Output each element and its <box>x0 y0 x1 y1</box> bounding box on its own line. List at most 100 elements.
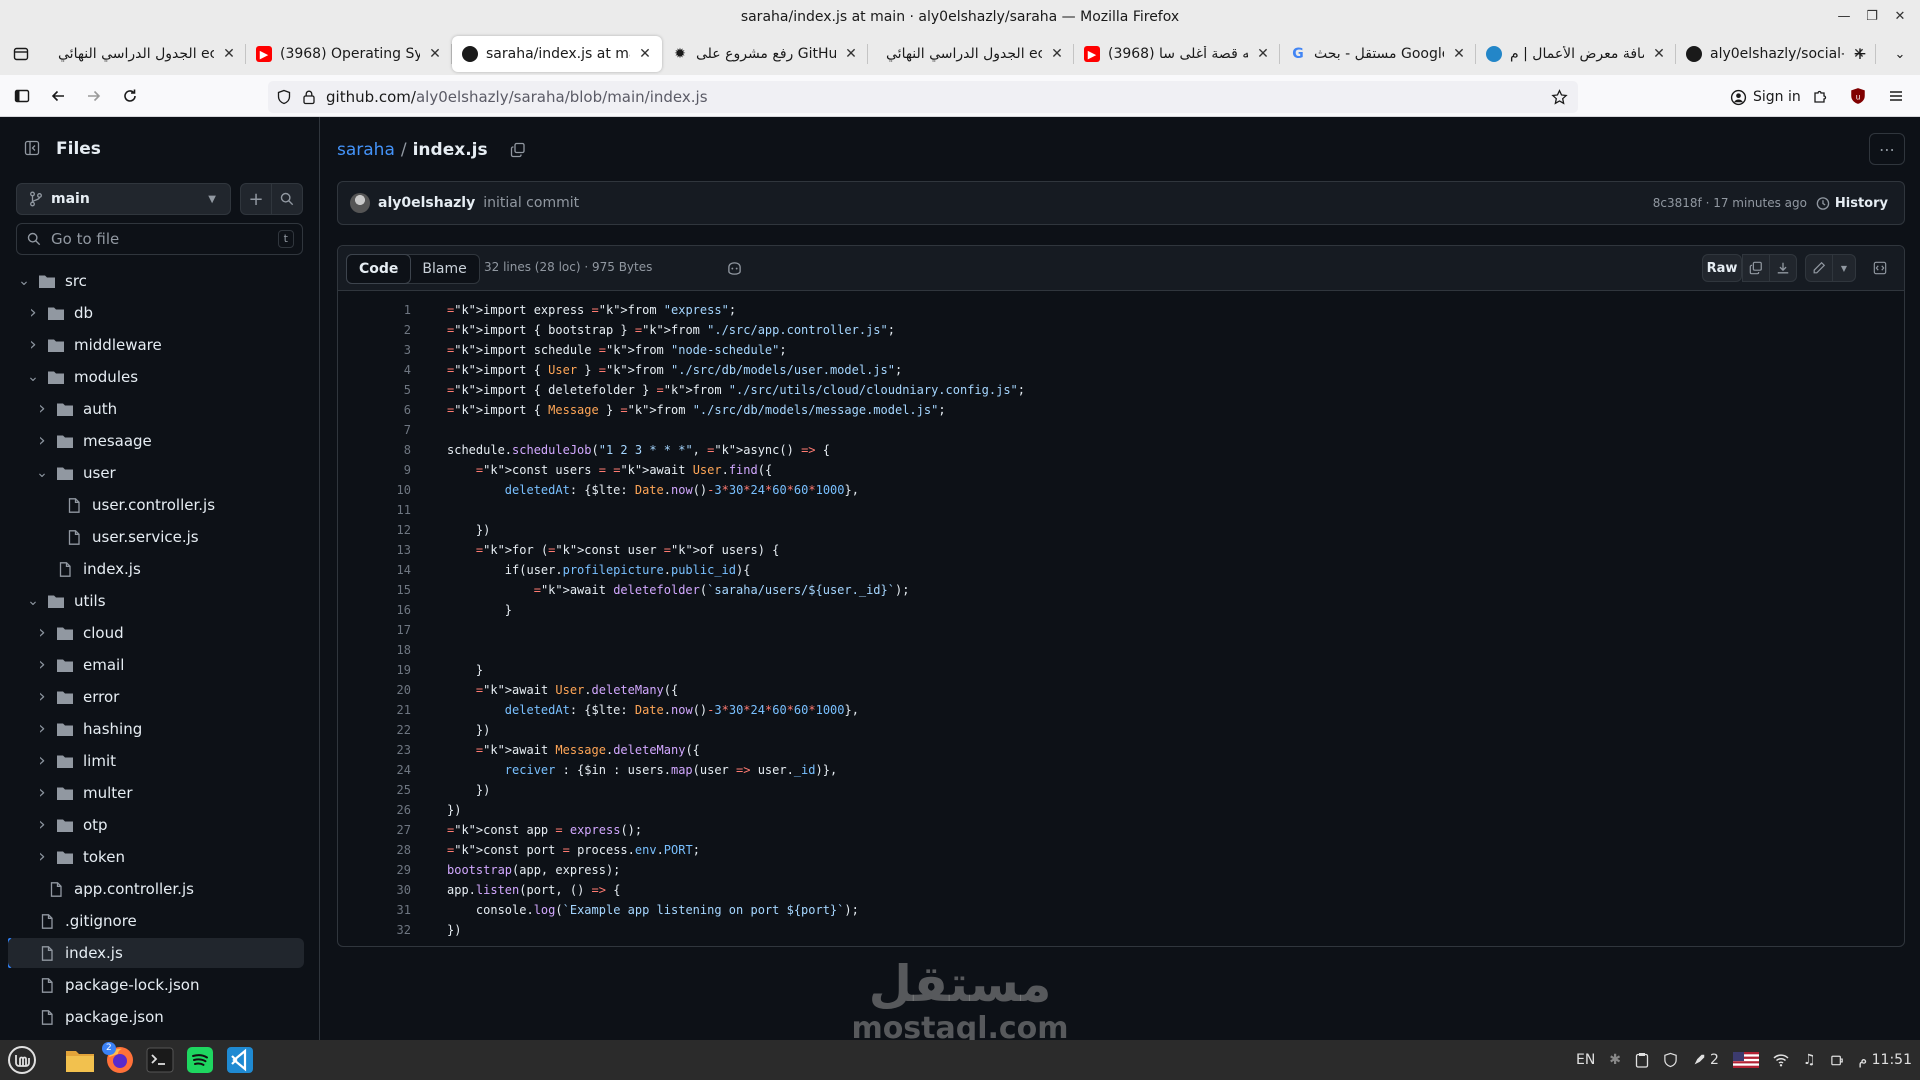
chevron-right-icon[interactable]: › <box>34 656 50 674</box>
music-note-icon[interactable]: ♫ <box>1803 1052 1816 1068</box>
reload-button[interactable] <box>112 80 148 112</box>
close-tab-icon[interactable]: ✕ <box>1652 46 1666 62</box>
browser-tab[interactable]: إضافة معرض الأعمال | م ✕ <box>1476 36 1676 72</box>
tree-file[interactable]: user.service.js <box>8 522 304 552</box>
close-tab-icon[interactable]: ✕ <box>1050 46 1064 62</box>
chevron-down-icon[interactable]: ⌄ <box>25 594 41 608</box>
taskbar-spotify-app[interactable] <box>180 1040 220 1080</box>
power-icon[interactable] <box>1830 1052 1845 1068</box>
tree-folder[interactable]: › email <box>8 650 304 680</box>
line-number[interactable]: 18 <box>338 643 411 657</box>
copy-path-icon[interactable] <box>510 142 526 158</box>
line-number[interactable]: 24 <box>338 763 411 777</box>
browser-tab[interactable]: ▶ (3968) ابه قصة أغلى سا ✕ <box>1074 36 1280 72</box>
close-window-button[interactable]: ✕ <box>1886 0 1914 33</box>
us-flag-icon[interactable] <box>1732 1052 1759 1068</box>
line-number[interactable]: 5 <box>338 383 411 397</box>
chevron-right-icon[interactable]: › <box>34 432 50 450</box>
tree-folder[interactable]: › hashing <box>8 714 304 744</box>
line-number[interactable]: 15 <box>338 583 411 597</box>
tree-folder[interactable]: › cloud <box>8 618 304 648</box>
line-number[interactable]: 9 <box>338 463 411 477</box>
clock[interactable]: 11:51 م <box>1859 1052 1912 1068</box>
edit-options-dropdown[interactable]: ▼ <box>1832 254 1856 282</box>
keyboard-layout-indicator[interactable]: EN <box>1576 1052 1595 1068</box>
chevron-right-icon[interactable]: › <box>34 816 50 834</box>
copy-raw-button[interactable] <box>1742 254 1770 282</box>
chevron-right-icon[interactable]: › <box>25 336 41 354</box>
ublock-extension-button[interactable]: u <box>1840 80 1876 112</box>
browser-tab[interactable]: ✹ رفع مشروع على GitHub ✕ <box>662 36 868 72</box>
tree-file[interactable]: .gitignore <box>8 906 304 936</box>
browser-tab[interactable]: G مستقل - بحث Google ✕ <box>1280 36 1476 72</box>
tree-folder[interactable]: ⌄ src <box>8 266 304 296</box>
bookmark-star-icon[interactable] <box>1551 88 1568 106</box>
tree-folder[interactable]: ⌄ utils <box>8 586 304 616</box>
tree-folder[interactable]: › auth <box>8 394 304 424</box>
line-number[interactable]: 11 <box>338 503 411 517</box>
line-number[interactable]: 26 <box>338 803 411 817</box>
line-number[interactable]: 12 <box>338 523 411 537</box>
lock-icon[interactable] <box>302 89 316 105</box>
line-number[interactable]: 31 <box>338 903 411 917</box>
line-number[interactable]: 14 <box>338 563 411 577</box>
tree-folder[interactable]: ⌄ modules <box>8 362 304 392</box>
tree-file[interactable]: index.js <box>8 554 304 584</box>
line-number[interactable]: 13 <box>338 543 411 557</box>
line-number[interactable]: 29 <box>338 863 411 877</box>
commit-hash-time[interactable]: 8c3818f · 17 minutes ago <box>1653 196 1807 210</box>
download-raw-button[interactable] <box>1769 254 1797 282</box>
line-number[interactable]: 2 <box>338 323 411 337</box>
chevron-right-icon[interactable]: › <box>25 304 41 322</box>
tree-file[interactable]: user.controller.js <box>8 490 304 520</box>
bluetooth-icon[interactable]: ✱ <box>1609 1052 1621 1068</box>
line-number[interactable]: 19 <box>338 663 411 677</box>
line-number[interactable]: 3 <box>338 343 411 357</box>
line-number[interactable]: 23 <box>338 743 411 757</box>
line-number[interactable]: 20 <box>338 683 411 697</box>
chevron-right-icon[interactable]: › <box>34 752 50 770</box>
tree-file[interactable]: package-lock.json <box>8 970 304 1000</box>
line-number[interactable]: 10 <box>338 483 411 497</box>
code-tab[interactable]: Code <box>346 254 412 284</box>
wifi-icon[interactable] <box>1773 1053 1789 1067</box>
start-menu-button[interactable] <box>2 1040 42 1080</box>
chevron-right-icon[interactable]: › <box>34 688 50 706</box>
tree-folder[interactable]: › multer <box>8 778 304 808</box>
update-shield-icon[interactable] <box>1663 1052 1678 1068</box>
copilot-icon[interactable] <box>726 261 743 276</box>
breadcrumb-repo-link[interactable]: saraha <box>337 140 395 160</box>
more-options-button[interactable]: ⋯ <box>1869 133 1905 165</box>
chevron-right-icon[interactable]: › <box>34 624 50 642</box>
tree-folder[interactable]: › error <box>8 682 304 712</box>
tree-folder[interactable]: › mesaage <box>8 426 304 456</box>
chevron-right-icon[interactable]: › <box>34 848 50 866</box>
author-avatar[interactable] <box>350 193 370 213</box>
tree-folder[interactable]: › otp <box>8 810 304 840</box>
back-button[interactable] <box>40 80 76 112</box>
address-bar[interactable]: github.com/aly0elshazly/saraha/blob/main… <box>268 81 1578 113</box>
app-menu-button[interactable] <box>1878 80 1914 112</box>
raw-button[interactable]: Raw <box>1702 254 1742 282</box>
code-lines[interactable]: 1 ="k">import express ="k">from "express"… <box>338 300 1904 940</box>
taskbar-files-app[interactable] <box>60 1040 100 1080</box>
line-number[interactable]: 27 <box>338 823 411 837</box>
close-tab-icon[interactable]: ✕ <box>638 46 652 62</box>
browser-tab[interactable]: الجدول الدراسي النهائي ecce ✕ <box>40 36 246 72</box>
taskbar-vscode-app[interactable] <box>220 1040 260 1080</box>
chevron-down-icon[interactable]: ⌄ <box>16 274 32 288</box>
taskbar-firefox-app[interactable]: 2 <box>100 1040 140 1080</box>
forward-button[interactable] <box>76 80 112 112</box>
chevron-down-icon[interactable]: ⌄ <box>34 466 50 480</box>
firefox-view-button[interactable] <box>2 38 40 70</box>
extensions-button[interactable] <box>1802 80 1838 112</box>
account-sign-in-button[interactable]: Sign in <box>1722 82 1809 112</box>
list-all-tabs-button[interactable]: ⌄ <box>1882 38 1918 70</box>
line-number[interactable]: 16 <box>338 603 411 617</box>
symbols-panel-button[interactable] <box>1866 254 1894 282</box>
tree-folder[interactable]: › db <box>8 298 304 328</box>
chevron-right-icon[interactable]: › <box>34 784 50 802</box>
line-number[interactable]: 21 <box>338 703 411 717</box>
branch-selector[interactable]: main ▼ <box>16 183 231 215</box>
commit-author[interactable]: aly0elshazly <box>378 195 475 211</box>
